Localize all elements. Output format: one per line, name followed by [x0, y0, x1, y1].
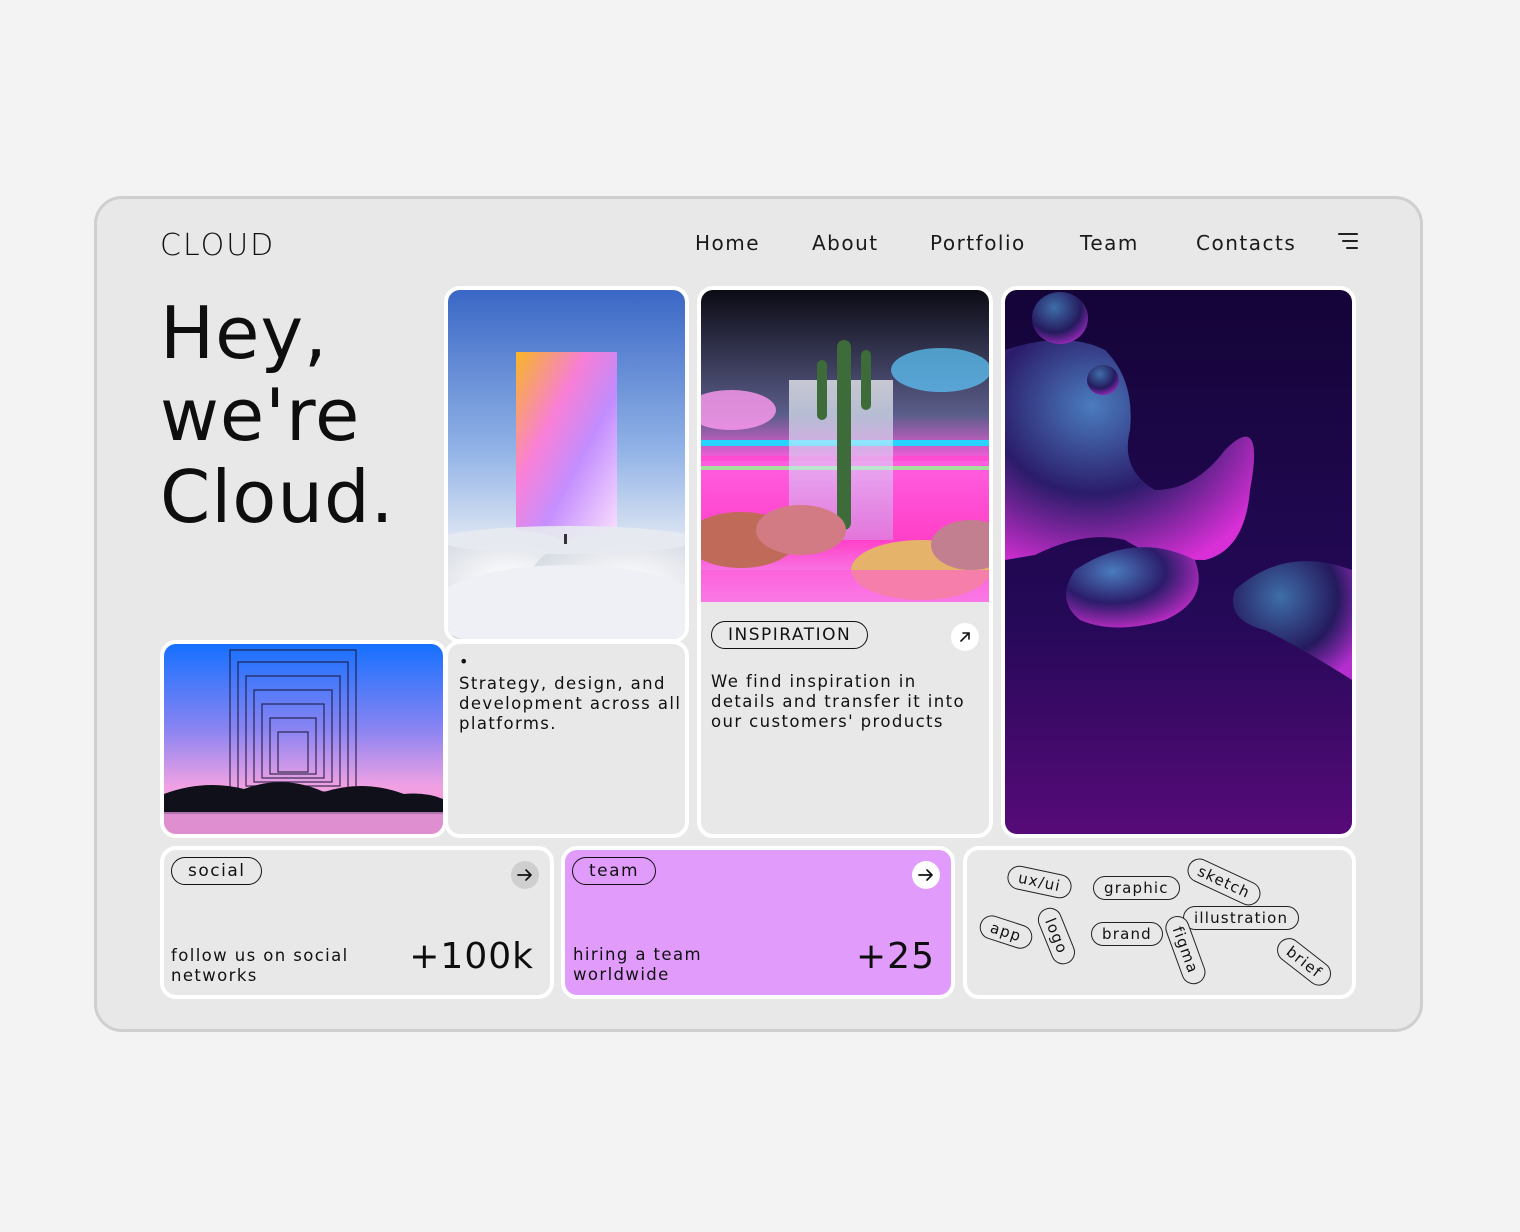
social-stat: +100k [409, 936, 534, 977]
logo[interactable]: CLOUD [160, 228, 275, 263]
arrow-right-icon [517, 869, 532, 881]
tags-card: ux/ui graphic sketch app logo illustrati… [963, 846, 1356, 999]
tag-brief[interactable]: brief [1272, 933, 1337, 991]
tag-sketch[interactable]: sketch [1183, 854, 1265, 910]
nav-home[interactable]: Home [695, 231, 760, 255]
tag-logo[interactable]: logo [1034, 904, 1079, 968]
nav-team[interactable]: Team [1080, 231, 1139, 255]
portal-clouds-image [444, 286, 689, 643]
hero-line-3: Cloud. [160, 455, 395, 539]
inspiration-badge[interactable]: INSPIRATION [711, 621, 869, 649]
nav-portfolio[interactable]: Portfolio [930, 231, 1026, 255]
team-badge[interactable]: team [572, 857, 657, 885]
arrow-up-right-icon [960, 632, 970, 642]
social-badge[interactable]: social [171, 857, 263, 885]
social-arrow-button[interactable] [511, 861, 539, 889]
strategy-text: Strategy, design, and development across… [459, 674, 682, 733]
menu-icon[interactable] [1334, 232, 1358, 250]
tag-brand[interactable]: brand [1091, 922, 1163, 946]
strategy-card: • Strategy, design, and development acro… [444, 640, 689, 838]
team-card[interactable]: team hiring a team worldwide +25 [561, 846, 955, 999]
purple-blobs-image [1001, 286, 1356, 838]
inspiration-arrow-button[interactable] [951, 623, 979, 651]
team-arrow-button[interactable] [912, 861, 940, 889]
inspiration-card: INSPIRATION We find inspiration in detai… [697, 286, 993, 838]
tag-illustration[interactable]: illustration [1183, 906, 1300, 930]
hero-line-1: Hey, [160, 291, 328, 375]
inspiration-text: We find inspiration in details and trans… [711, 672, 966, 731]
social-card[interactable]: social follow us on social networks +100… [160, 846, 554, 999]
tag-graphic[interactable]: graphic [1093, 876, 1180, 900]
tag-ux-ui[interactable]: ux/ui [1005, 863, 1074, 901]
team-caption: hiring a team worldwide [573, 945, 702, 984]
nav-contacts[interactable]: Contacts [1196, 231, 1296, 255]
nav-about[interactable]: About [812, 231, 879, 255]
arrow-right-icon [918, 869, 933, 881]
hero-heading: Hey, we're Cloud. [160, 292, 395, 538]
strategy-bullet: • [459, 652, 470, 671]
team-stat: +25 [856, 936, 935, 977]
sunset-pyramid-image [160, 640, 447, 838]
tag-app[interactable]: app [976, 912, 1036, 952]
hero-line-2: we're [160, 373, 361, 457]
social-caption: follow us on social networks [171, 946, 349, 985]
